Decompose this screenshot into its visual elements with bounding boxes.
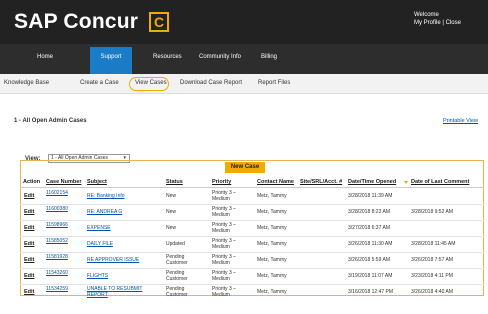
printable-view-link[interactable]: Printable View: [443, 118, 478, 124]
contact-name: Metz, Tammy: [257, 193, 287, 199]
status-text: Pending Customer: [166, 286, 188, 298]
table-row: Edit 11600380 RE: ANDREA G New Priority …: [20, 205, 484, 221]
date-opened: 3/28/2018 8:23 AM: [348, 209, 390, 215]
page-title: 1 - All Open Admin Cases: [14, 118, 87, 124]
subject-link[interactable]: UNABLE TO RESUBMIT REPORT: [87, 286, 149, 298]
case-number-link[interactable]: 11543260: [46, 270, 68, 277]
tab-billing[interactable]: Billing: [261, 54, 277, 60]
col-header-status[interactable]: Status: [166, 179, 183, 185]
last-comment-date: 3/26/2018 4:40 AM: [411, 289, 453, 295]
col-header-case-number[interactable]: Case Number: [46, 179, 81, 185]
table-row: Edit 11585052 DAILY FILE Updated Priorit…: [20, 237, 484, 253]
case-number-link[interactable]: 11598966: [46, 222, 68, 229]
col-header-contact-name[interactable]: Contact Name: [257, 179, 294, 185]
sort-desc-icon: [404, 181, 408, 184]
welcome-text: Welcome: [414, 12, 439, 18]
priority-text: Priority 3 – Medium: [212, 190, 236, 202]
new-case-button[interactable]: New Case: [225, 162, 265, 173]
table-row: Edit 11598966 EXPENSE New Priority 3 – M…: [20, 221, 484, 237]
top-header: SAP Concur C Welcome My Profile | Close: [0, 0, 488, 44]
last-comment-date: 3/23/2018 4:11 PM: [411, 273, 453, 279]
date-opened: 3/28/2018 11:39 AM: [348, 193, 393, 199]
status-text: Updated: [166, 241, 185, 247]
status-text: New: [166, 225, 177, 231]
last-comment-date: 3/26/2018 7:57 AM: [411, 257, 453, 263]
contact-name: Metz, Tammy: [257, 257, 287, 263]
contact-name: Metz, Tammy: [257, 209, 287, 215]
case-number-link[interactable]: 11581928: [46, 254, 68, 261]
last-comment-date: 3/28/2018 9:52 AM: [411, 209, 453, 215]
welcome-block: Welcome My Profile | Close: [414, 11, 474, 27]
contact-name: Metz, Tammy: [257, 289, 287, 295]
edit-link[interactable]: Edit: [24, 257, 34, 264]
sub-nav: Knowledge Base Create a Case View Cases …: [0, 74, 488, 94]
date-opened: 3/16/2018 12:47 PM: [348, 289, 394, 295]
contact-name: Metz, Tammy: [257, 241, 287, 247]
priority-text: Priority 3 – Medium: [212, 206, 236, 218]
tab-community-info[interactable]: Community Info: [199, 54, 241, 60]
table-row: Edit 11581928 RE APPROVER ISSUE Pending …: [20, 253, 484, 269]
subnav-download-case-report[interactable]: Download Case Report: [180, 80, 242, 86]
priority-text: Priority 3 – Medium: [212, 222, 236, 234]
contact-name: Metz, Tammy: [257, 273, 287, 279]
subject-link[interactable]: EXPENSE: [87, 225, 111, 232]
link-separator: |: [442, 20, 444, 26]
col-header-last-comment[interactable]: Date of Last Comment: [411, 179, 469, 185]
status-text: New: [166, 209, 177, 215]
main-nav: Home Support Resources Community Info Bi…: [0, 44, 488, 74]
case-number-link[interactable]: 11600380: [46, 206, 68, 213]
table-row: Edit 11534259 UNABLE TO RESUBMIT REPORT …: [20, 285, 484, 301]
date-opened: 3/26/2018 5:59 AM: [348, 257, 390, 263]
edit-link[interactable]: Edit: [24, 289, 34, 296]
last-comment-date: 3/28/2018 11:45 AM: [411, 241, 456, 247]
date-opened: 3/26/2018 11:30 AM: [348, 241, 393, 247]
edit-link[interactable]: Edit: [24, 209, 34, 216]
subject-link[interactable]: DAILY FILE: [87, 241, 113, 248]
status-text: New: [166, 193, 177, 199]
subnav-knowledge-base[interactable]: Knowledge Base: [4, 80, 49, 86]
case-number-link[interactable]: 11602154: [46, 190, 68, 197]
status-text: Pending Customer: [166, 254, 188, 266]
case-number-link[interactable]: 11534259: [46, 286, 68, 293]
subject-link[interactable]: FLIGHTS: [87, 273, 108, 280]
subnav-create-case[interactable]: Create a Case: [80, 80, 119, 86]
date-opened: 3/27/2018 6:37 AM: [348, 225, 390, 231]
my-profile-link[interactable]: My Profile: [414, 20, 441, 26]
col-header-priority[interactable]: Priority: [212, 179, 231, 185]
contact-name: Metz, Tammy: [257, 225, 287, 231]
tab-resources[interactable]: Resources: [153, 54, 182, 60]
edit-link[interactable]: Edit: [24, 273, 34, 280]
priority-text: Priority 3 – Medium: [212, 238, 236, 250]
edit-link[interactable]: Edit: [24, 225, 34, 232]
subject-link[interactable]: RE APPROVER ISSUE: [87, 257, 139, 264]
col-header-date-opened[interactable]: Date/Time Opened: [348, 179, 396, 185]
col-header-action: Action: [23, 179, 41, 185]
date-opened: 3/19/2018 11:07 AM: [348, 273, 393, 279]
concur-logo-icon: C: [149, 12, 169, 32]
header-divider: [20, 187, 484, 188]
table-row: Edit 11602154 RE: Banking Info New Prior…: [20, 189, 484, 205]
close-link[interactable]: Close: [446, 20, 461, 26]
edit-link[interactable]: Edit: [24, 193, 34, 200]
col-header-subject[interactable]: Subject: [87, 179, 107, 185]
status-text: Pending Customer: [166, 270, 188, 282]
priority-text: Priority 3 – Medium: [212, 270, 236, 282]
subject-link[interactable]: RE: Banking Info: [87, 193, 125, 200]
view-cases-highlight: [129, 77, 169, 91]
brand-logo-text: SAP Concur: [14, 10, 139, 33]
subject-link[interactable]: RE: ANDREA G: [87, 209, 122, 216]
case-number-link[interactable]: 11585052: [46, 238, 68, 245]
priority-text: Priority 3 – Medium: [212, 286, 236, 298]
tab-support[interactable]: Support: [90, 47, 132, 74]
subnav-report-files[interactable]: Report Files: [258, 80, 290, 86]
tab-home[interactable]: Home: [37, 54, 53, 60]
table-row: Edit 11543260 FLIGHTS Pending Customer P…: [20, 269, 484, 285]
priority-text: Priority 3 – Medium: [212, 254, 236, 266]
edit-link[interactable]: Edit: [24, 241, 34, 248]
col-header-site[interactable]: Site/SRL/Acct. #: [300, 179, 342, 185]
